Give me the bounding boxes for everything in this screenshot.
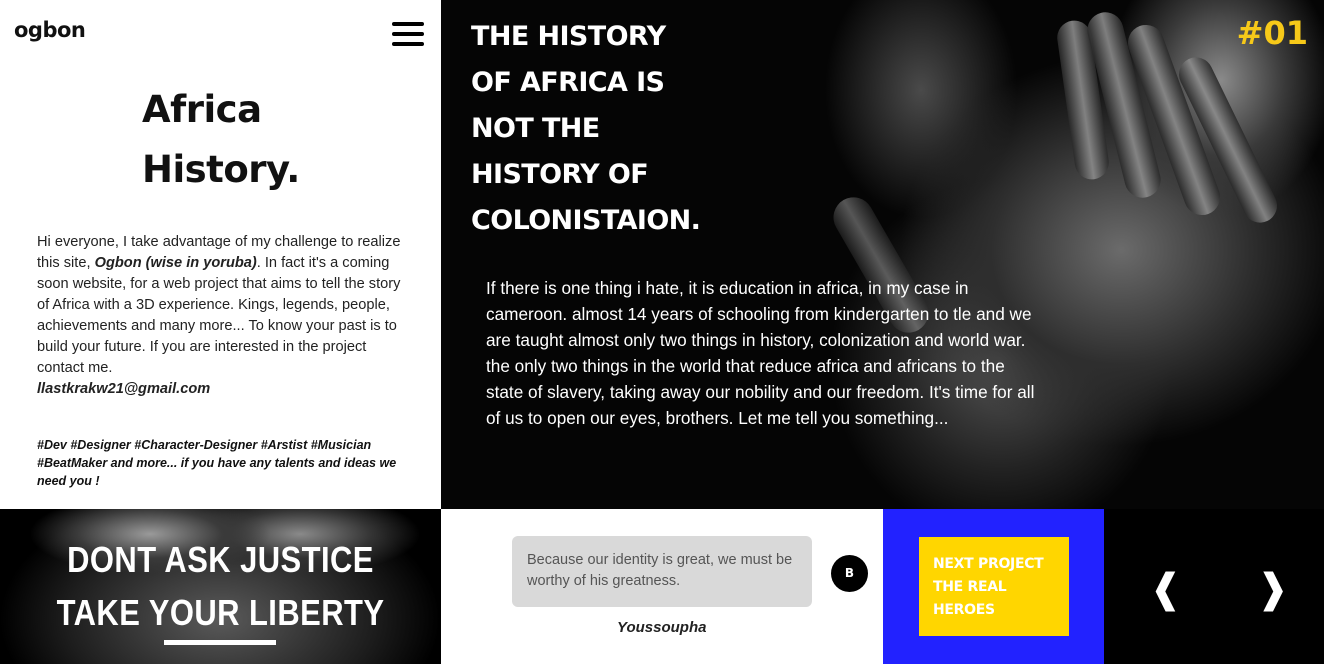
next-project-line: HEROES [933,602,995,618]
next-project-panel: NEXT PROJECT THE REAL HEROES [883,509,1104,664]
next-project-line: NEXT PROJECT [933,556,1044,572]
logo[interactable]: ogbon [14,18,86,42]
hero-heading-line: COLONISTAION. [471,205,701,236]
menu-line [392,42,424,46]
author-avatar: B [831,555,868,592]
contact-email[interactable]: llastkrakw21@gmail.com [37,379,409,400]
hero-heading: THE HISTORY OF AFRICA IS NOT THE HISTORY… [471,14,771,244]
page-title: Africa History. [142,80,422,200]
quote-bubble: Because our identity is great, we must b… [512,536,812,607]
next-arrow-icon[interactable]: ❱ [1256,559,1290,619]
title-line: History. [142,148,300,191]
hero-text: If there is one thing i hate, it is educ… [486,278,1035,428]
hero-heading-line: OF AFRICA IS [471,67,665,98]
menu-line [392,32,424,36]
slogan-line: TAKE YOUR LIBERTY [56,592,385,633]
intro-bold: Ogbon (wise in yoruba) [94,255,257,271]
prev-arrow-icon[interactable]: ❰ [1149,559,1183,619]
hero-heading-line: HISTORY OF [471,159,649,190]
next-project-button[interactable]: NEXT PROJECT THE REAL HEROES [919,537,1069,636]
slogan-text: DONT ASK JUSTICE TAKE YOUR LIBERTY [31,533,410,639]
intro-text-part: . In fact it's a coming soon website, fo… [37,255,401,376]
intro-text: Hi everyone, I take advantage of my chal… [37,232,409,400]
project-number: #01 [1236,14,1308,52]
title-line: Africa [142,88,262,131]
hamburger-menu-icon[interactable] [392,22,424,46]
hero-heading-line: NOT THE [471,113,600,144]
hero-section: THE HISTORY OF AFRICA IS NOT THE HISTORY… [441,0,1324,509]
quote-panel: Because our identity is great, we must b… [441,509,883,664]
quote-author: Youssoupha [617,619,707,636]
slogan-underline [164,640,276,645]
intro-panel: ogbon Africa History. Hi everyone, I tak… [0,0,441,509]
menu-line [392,22,424,26]
slogan-line: DONT ASK JUSTICE [67,539,374,580]
slider-nav: ❰ ❱ [1104,509,1324,664]
next-project-line: THE REAL [933,579,1007,595]
slogan-panel: DONT ASK JUSTICE TAKE YOUR LIBERTY [0,509,441,664]
tags-text: #Dev #Designer #Character-Designer #Arst… [37,438,397,488]
hero-heading-line: THE HISTORY [471,21,666,52]
